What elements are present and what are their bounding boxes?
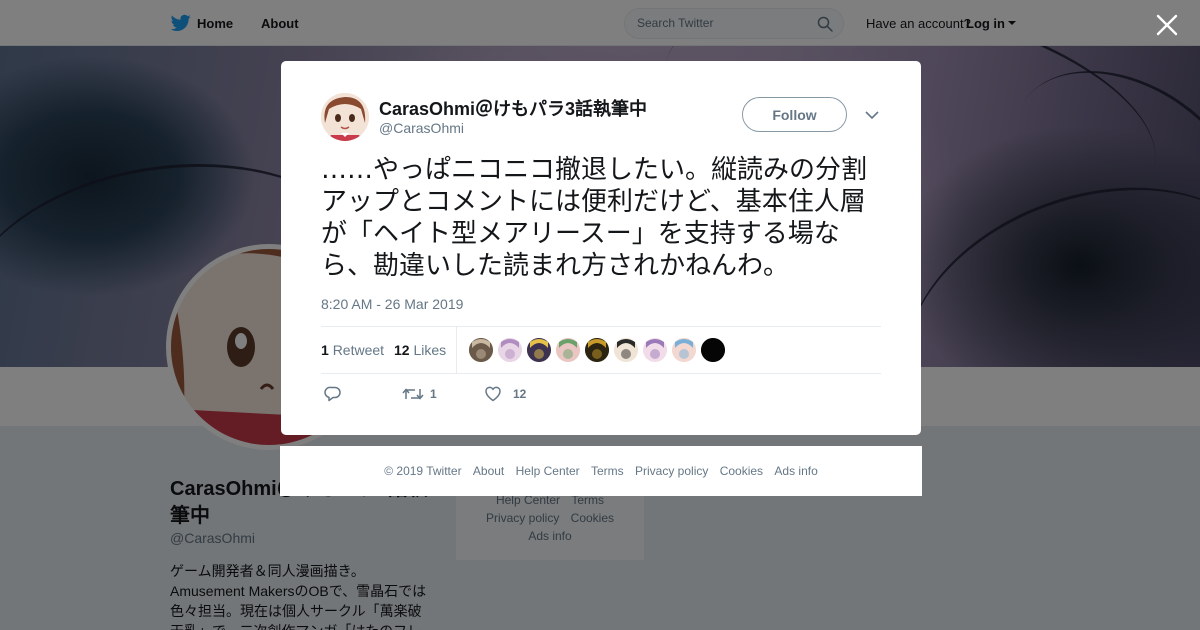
liker-avatar[interactable] bbox=[643, 338, 667, 362]
tweet-actions: 1 12 bbox=[321, 383, 881, 407]
tweet-timestamp[interactable]: 8:20 AM - 26 Mar 2019 bbox=[321, 296, 463, 312]
footer-ads-info[interactable]: Ads info bbox=[774, 464, 817, 478]
reply-icon bbox=[324, 386, 341, 402]
like-action-count: 12 bbox=[513, 387, 527, 401]
footer-copyright: © 2019 Twitter bbox=[384, 464, 462, 478]
liker-avatar[interactable] bbox=[527, 338, 551, 362]
follow-button[interactable]: Follow bbox=[742, 97, 847, 132]
footer-terms[interactable]: Terms bbox=[591, 464, 624, 478]
tweet-stats: 1 Retweet 12 Likes bbox=[321, 326, 881, 374]
likes-stat[interactable]: 12 Likes bbox=[394, 342, 446, 358]
liker-avatar[interactable] bbox=[469, 338, 493, 362]
author-avatar[interactable] bbox=[321, 93, 369, 141]
liker-avatar[interactable] bbox=[585, 338, 609, 362]
tweet-permalink-modal: CarasOhmi＠けもパラ3話執筆中 @CarasOhmi Follow ……… bbox=[281, 61, 921, 435]
heart-icon bbox=[485, 386, 501, 402]
likes-stat-label: Likes bbox=[413, 342, 447, 358]
likes-stat-count: 12 bbox=[394, 342, 410, 358]
liker-avatar[interactable] bbox=[556, 338, 580, 362]
retweet-stat-count: 1 bbox=[321, 342, 329, 358]
stats-divider bbox=[456, 327, 457, 374]
author-name[interactable]: CarasOhmi＠けもパラ3話執筆中 bbox=[379, 95, 647, 121]
tweet-text: ……やっぱニコニコ撤退したい。縦読みの分割アップとコメントには便利だけど、基本住… bbox=[321, 155, 868, 281]
liker-avatar[interactable] bbox=[672, 338, 696, 362]
footer-about[interactable]: About bbox=[473, 464, 504, 478]
author-handle[interactable]: @CarasOhmi bbox=[379, 120, 464, 136]
chevron-down-icon[interactable] bbox=[865, 109, 879, 121]
footer-help-center[interactable]: Help Center bbox=[516, 464, 580, 478]
close-icon[interactable] bbox=[1155, 13, 1179, 37]
liker-avatar[interactable] bbox=[701, 338, 725, 362]
liker-avatar[interactable] bbox=[498, 338, 522, 362]
retweet-stat[interactable]: 1 Retweet bbox=[321, 342, 384, 358]
retweet-stat-label: Retweet bbox=[332, 342, 385, 358]
footer-privacy-policy[interactable]: Privacy policy bbox=[635, 464, 708, 478]
liker-avatar[interactable] bbox=[614, 338, 638, 362]
footer-links: © 2019 Twitter About Help Center Terms P… bbox=[280, 446, 922, 496]
retweet-action-count: 1 bbox=[430, 387, 437, 401]
retweet-icon bbox=[402, 388, 424, 400]
footer-cookies[interactable]: Cookies bbox=[720, 464, 763, 478]
